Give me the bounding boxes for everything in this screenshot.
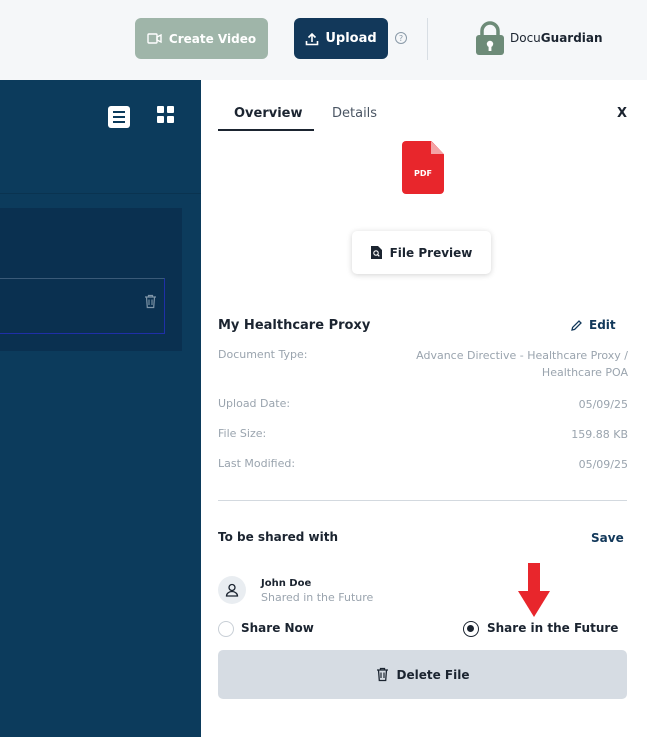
save-button[interactable]: Save <box>591 531 624 545</box>
document-type-value-line2: Healthcare POA <box>541 366 628 379</box>
annotation-arrow-icon <box>518 563 550 617</box>
share-now-radio[interactable] <box>218 621 234 637</box>
file-size-label: File Size: <box>218 427 267 440</box>
help-glyph: ? <box>398 33 404 43</box>
active-tab-indicator <box>218 129 314 131</box>
list-view-icon[interactable] <box>108 106 130 128</box>
trash-icon[interactable] <box>144 294 157 309</box>
grid-view-icon[interactable] <box>157 106 175 124</box>
user-icon <box>225 583 239 597</box>
tab-details[interactable]: Details <box>332 106 377 121</box>
share-now-label[interactable]: Share Now <box>241 621 314 635</box>
last-modified-label: Last Modified: <box>218 457 296 470</box>
list-divider <box>0 193 201 194</box>
header-divider <box>427 18 428 60</box>
file-search-icon <box>370 246 382 259</box>
user-share-status: Shared in the Future <box>261 591 374 604</box>
document-type-label: Document Type: <box>218 348 308 361</box>
document-title: My Healthcare Proxy <box>218 318 371 333</box>
pdf-corner <box>431 141 444 154</box>
upload-button[interactable]: Upload <box>294 18 388 59</box>
brand-prefix: Docu <box>510 31 541 45</box>
edit-label: Edit <box>589 318 616 332</box>
video-icon <box>147 33 162 44</box>
lock-logo-icon <box>476 21 504 55</box>
pencil-icon <box>571 319 582 331</box>
file-preview-label: File Preview <box>389 245 473 260</box>
document-type-value: Advance Directive - Healthcare Proxy / <box>416 349 628 362</box>
detail-tabs: Overview Details <box>218 96 638 131</box>
top-bar: Create Video Upload ? DocuGuardian <box>0 0 647 80</box>
edit-button[interactable]: Edit <box>570 318 616 332</box>
create-video-label: Create Video <box>168 31 257 46</box>
delete-file-button[interactable]: Delete File <box>218 650 627 699</box>
file-preview-button[interactable]: File Preview <box>352 231 491 274</box>
trash-icon <box>376 667 388 682</box>
delete-file-label: Delete File <box>396 667 470 682</box>
create-video-button[interactable]: Create Video <box>135 18 268 59</box>
share-future-label[interactable]: Share in the Future <box>487 621 618 635</box>
selected-file-row[interactable] <box>0 278 165 334</box>
brand-logo[interactable]: DocuGuardian <box>474 20 603 56</box>
brand-name: DocuGuardian <box>510 31 603 45</box>
file-size-value: 159.88 KB <box>571 428 628 441</box>
avatar <box>218 576 246 604</box>
shared-with-title: To be shared with <box>218 530 339 544</box>
close-button[interactable]: X <box>617 106 627 121</box>
upload-date-label: Upload Date: <box>218 397 291 410</box>
user-name: John Doe <box>261 578 312 589</box>
share-future-radio[interactable] <box>463 621 479 637</box>
brand-bold: Guardian <box>540 31 603 45</box>
pdf-file-icon: PDF <box>402 141 444 194</box>
section-divider <box>218 500 627 501</box>
upload-icon <box>306 32 319 45</box>
upload-label: Upload <box>325 31 377 46</box>
file-list-panel <box>0 80 201 737</box>
pdf-label: PDF <box>414 169 432 178</box>
last-modified-value: 05/09/25 <box>578 458 628 471</box>
tab-overview[interactable]: Overview <box>234 106 303 121</box>
help-icon[interactable]: ? <box>395 32 407 44</box>
upload-date-value: 05/09/25 <box>578 398 628 411</box>
